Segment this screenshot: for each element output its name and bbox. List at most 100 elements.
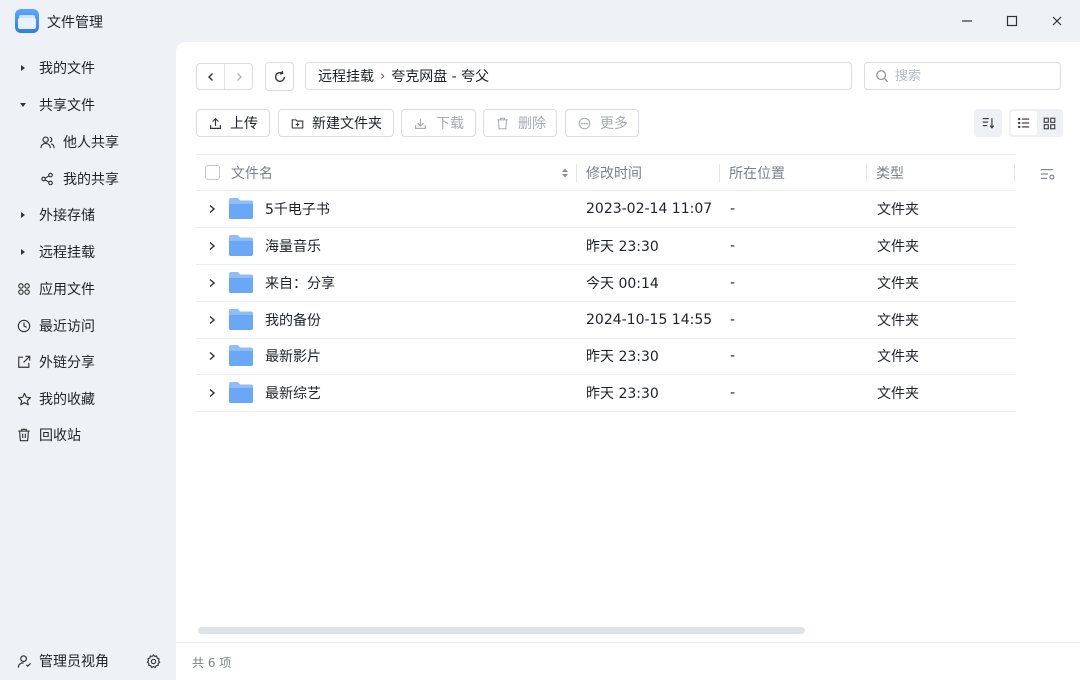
sidebar-item-shared-with-me[interactable]: 他人共享: [0, 126, 176, 158]
trash-icon: [16, 427, 32, 443]
grid-view-icon: [1043, 117, 1055, 129]
file-type: 文件夹: [877, 276, 919, 292]
file-type: 文件夹: [877, 313, 919, 329]
table-row[interactable]: 我的备份 2024-10-15 14:55 - 文件夹: [196, 302, 1016, 339]
table-row[interactable]: 海量音乐 昨天 23:30 - 文件夹: [196, 228, 1016, 265]
more-icon: [578, 117, 591, 129]
table-row[interactable]: 最新综艺 昨天 23:30 - 文件夹: [196, 375, 1016, 412]
column-header-type[interactable]: 类型: [876, 155, 904, 191]
table-row[interactable]: 5千电子书 2023-02-14 11:07 - 文件夹: [196, 191, 1016, 228]
sort-icon: [982, 118, 995, 129]
table-row[interactable]: 最新影片 昨天 23:30 - 文件夹: [196, 338, 1016, 375]
sort-toggle-icon[interactable]: [560, 155, 570, 191]
sidebar-item-app-files[interactable]: 应用文件: [0, 273, 176, 305]
item-count: 共 6 项: [192, 656, 232, 670]
close-button[interactable]: [1043, 8, 1071, 34]
search-box[interactable]: [864, 62, 1061, 90]
history-navigation: [196, 63, 253, 90]
users-icon: [39, 134, 55, 150]
list-view-icon: [1018, 117, 1030, 129]
sidebar-item-favorites[interactable]: 我的收藏: [0, 383, 176, 415]
share-icon: [39, 171, 55, 187]
sidebar-item-external-storage[interactable]: 外接存储: [0, 199, 176, 231]
file-name: 最新影片: [265, 349, 321, 365]
location: -: [730, 275, 736, 291]
location: -: [730, 385, 736, 401]
more-label: 更多: [600, 116, 628, 132]
search-icon: [876, 70, 889, 83]
column-header-modified[interactable]: 修改时间: [586, 155, 642, 191]
folder-icon: [229, 272, 253, 293]
caret-right-icon: [18, 63, 28, 73]
apps-icon: [16, 281, 32, 297]
column-settings-button[interactable]: [1036, 162, 1060, 186]
refresh-button[interactable]: [265, 62, 294, 91]
table-row[interactable]: 来自：分享 今天 00:14 - 文件夹: [196, 265, 1016, 302]
chevron-right-icon[interactable]: [206, 350, 218, 362]
more-button[interactable]: 更多: [565, 109, 639, 137]
back-button[interactable]: [197, 64, 224, 89]
upload-button[interactable]: 上传: [196, 109, 270, 137]
chevron-right-icon[interactable]: [206, 203, 218, 215]
modified-time: 昨天 23:30: [586, 239, 659, 255]
chevron-right-icon[interactable]: [206, 387, 218, 399]
file-type: 文件夹: [877, 202, 919, 218]
column-divider: [719, 164, 720, 182]
sidebar-item-label: 外接存储: [39, 208, 95, 224]
folder-icon: [229, 309, 253, 330]
sidebar-item-trash[interactable]: 回收站: [0, 419, 176, 451]
window-title: 文件管理: [47, 15, 103, 31]
sidebar-item-remote-mount[interactable]: 远程挂载: [0, 236, 176, 268]
maximize-button[interactable]: [998, 8, 1026, 34]
minimize-button[interactable]: [953, 8, 981, 34]
admin-view-toggle[interactable]: 管理员视角: [0, 645, 176, 677]
chevron-right-icon[interactable]: [206, 314, 218, 326]
file-type: 文件夹: [877, 349, 919, 365]
search-input[interactable]: [895, 68, 1045, 84]
breadcrumb-item[interactable]: 远程挂载: [318, 66, 374, 86]
sidebar-item-recent[interactable]: 最近访问: [0, 310, 176, 342]
sidebar-item-label: 共享文件: [39, 98, 95, 114]
sidebar-item-shared-files[interactable]: 共享文件: [0, 89, 176, 121]
breadcrumb-item-current[interactable]: 夸克网盘 - 夸父: [391, 66, 489, 86]
breadcrumb[interactable]: 远程挂载 › 夸克网盘 - 夸父: [305, 62, 852, 90]
download-button[interactable]: 下载: [401, 109, 476, 137]
column-header-location[interactable]: 所在位置: [729, 155, 785, 191]
select-all-checkbox[interactable]: [205, 165, 220, 180]
sidebar-item-label: 应用文件: [39, 282, 95, 298]
clock-icon: [16, 318, 32, 334]
folder-icon: [229, 382, 253, 403]
sidebar-item-my-files[interactable]: 我的文件: [0, 52, 176, 84]
chevron-right-icon: [236, 72, 242, 81]
sidebar-item-label: 我的文件: [39, 61, 95, 77]
file-name: 5千电子书: [265, 202, 330, 218]
maximize-icon: [1006, 15, 1018, 27]
modified-time: 今天 00:14: [586, 276, 659, 292]
upload-label: 上传: [230, 116, 258, 132]
main-panel: 远程挂载 › 夸克网盘 - 夸父 上传 新建文件夹: [176, 42, 1080, 642]
column-header-name[interactable]: 文件名: [231, 155, 273, 191]
sort-button[interactable]: [974, 109, 1002, 137]
admin-user-icon: [16, 653, 32, 669]
folder-icon: [229, 198, 253, 219]
location: -: [730, 201, 736, 217]
chevron-right-icon[interactable]: [206, 240, 218, 252]
sidebar-item-my-shares[interactable]: 我的共享: [0, 163, 176, 195]
settings-gear-icon[interactable]: [145, 653, 161, 669]
caret-down-icon: [18, 100, 28, 110]
forward-button[interactable]: [224, 64, 252, 89]
location: -: [730, 312, 736, 328]
new-folder-button[interactable]: 新建文件夹: [278, 109, 394, 137]
delete-label: 删除: [518, 116, 546, 132]
list-view-button[interactable]: [1011, 111, 1037, 135]
sidebar-item-label: 我的共享: [63, 172, 119, 188]
horizontal-scrollbar[interactable]: [198, 627, 805, 634]
modified-time: 昨天 23:30: [586, 386, 659, 402]
grid-view-button[interactable]: [1037, 111, 1061, 135]
sidebar-item-link-share[interactable]: 外链分享: [0, 346, 176, 378]
external-share-icon: [16, 354, 32, 370]
delete-button[interactable]: 删除: [483, 109, 557, 137]
chevron-right-icon[interactable]: [206, 277, 218, 289]
column-settings-icon: [1041, 169, 1055, 180]
location: -: [730, 238, 736, 254]
